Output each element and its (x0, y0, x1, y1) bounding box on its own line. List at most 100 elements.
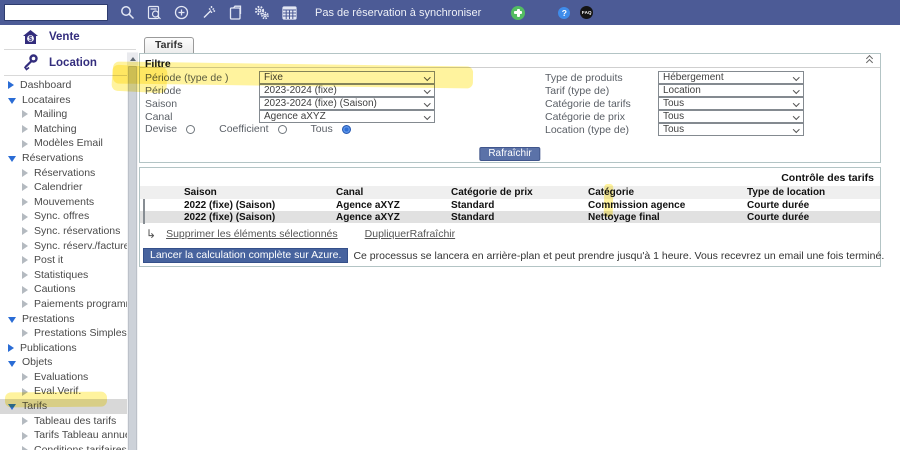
column-header[interactable]: Type de location (747, 187, 880, 198)
document-search-icon[interactable] (146, 5, 162, 21)
duplicate-link[interactable]: Dupliquer (365, 228, 410, 240)
sidebar-item[interactable]: Prestations (0, 312, 138, 327)
sidebar-item[interactable]: Tarifs (0, 399, 138, 414)
sidebar-item[interactable]: Mouvements (0, 195, 138, 210)
filter-select[interactable]: Tous (658, 123, 804, 136)
sidebar-item[interactable]: Cautions (0, 282, 138, 297)
sidebar-item[interactable]: Mailing (0, 107, 138, 122)
faq-icon[interactable]: FAQ (580, 6, 593, 19)
tab-tarifs[interactable]: Tarifs (144, 37, 194, 53)
sidebar-item[interactable]: Réservations (0, 151, 138, 166)
tree-arrow-icon[interactable] (8, 404, 16, 410)
tariff-control-link[interactable]: Contrôle des tarifs (140, 168, 880, 186)
sidebar-item[interactable]: Modèles Email (0, 136, 138, 151)
tree-arrow-icon[interactable] (22, 417, 28, 425)
azure-calculation-button[interactable]: Lancer la calculation complète sur Azure… (143, 248, 348, 263)
sidebar-item[interactable]: Post it (0, 253, 138, 268)
filter-select[interactable]: Tous (658, 110, 804, 123)
sidebar-scrollbar[interactable] (127, 52, 138, 450)
tree-arrow-icon[interactable] (8, 81, 14, 89)
radio-button[interactable] (278, 125, 287, 134)
chevron-down-icon[interactable] (793, 100, 799, 106)
radio-option[interactable]: Tous (311, 123, 351, 135)
chevron-down-icon[interactable] (793, 74, 799, 80)
tree-arrow-icon[interactable] (22, 242, 28, 250)
refresh-button[interactable]: Rafraîchir (479, 147, 540, 161)
column-header[interactable]: Saison (184, 187, 336, 198)
sidebar-item[interactable]: Sync. offres (0, 209, 138, 224)
delete-selected-link[interactable]: Supprimer les éléments sélectionnés (166, 228, 338, 240)
tree-arrow-icon[interactable] (22, 271, 28, 279)
column-header[interactable]: Canal (336, 187, 451, 198)
tree-arrow-icon[interactable] (8, 317, 16, 323)
magic-wand-icon[interactable] (200, 5, 216, 21)
tree-arrow-icon[interactable] (8, 156, 16, 162)
column-header[interactable]: Catégorie de prix (451, 187, 588, 198)
sidebar-section-vente[interactable]: $ Vente (0, 25, 138, 48)
tree-arrow-icon[interactable] (22, 446, 28, 450)
filter-select[interactable]: Tous (658, 97, 804, 110)
sidebar-item[interactable]: Calendrier (0, 180, 138, 195)
radio-option[interactable]: Devise (145, 123, 195, 135)
add-icon[interactable] (173, 5, 189, 21)
sidebar-item[interactable]: Sync. réservations (0, 224, 138, 239)
tree-arrow-icon[interactable] (8, 98, 16, 104)
search-input[interactable] (4, 4, 108, 21)
tree-arrow-icon[interactable] (22, 183, 28, 191)
tree-arrow-icon[interactable] (8, 361, 16, 367)
sidebar-item[interactable]: Conditions tarifaires (0, 443, 138, 450)
tree-arrow-icon[interactable] (22, 300, 28, 308)
scroll-up-icon[interactable] (127, 53, 138, 65)
tree-arrow-icon[interactable] (22, 110, 28, 118)
radio-option[interactable]: Coefficient (219, 123, 286, 135)
tree-arrow-icon[interactable] (22, 198, 28, 206)
tree-arrow-icon[interactable] (22, 388, 28, 396)
tree-arrow-icon[interactable] (22, 373, 28, 381)
tree-arrow-icon[interactable] (22, 432, 28, 440)
sidebar-item[interactable]: Tarifs Tableau annuel (0, 428, 138, 443)
chevron-down-icon[interactable] (793, 126, 799, 132)
tree-arrow-icon[interactable] (22, 227, 28, 235)
sidebar-item[interactable]: Publications (0, 341, 138, 356)
sidebar-item[interactable]: Tableau des tarifs (0, 414, 138, 429)
scrollbar-thumb[interactable] (128, 66, 137, 450)
tree-arrow-icon[interactable] (22, 329, 28, 337)
table-row[interactable]: 2022 (fixe) (Saison) Agence aXYZ Standar… (140, 211, 880, 223)
sidebar-item[interactable]: Dashboard (0, 78, 138, 93)
settings-gears-icon[interactable] (254, 5, 270, 21)
sidebar-item[interactable]: Prestations Simples (0, 326, 138, 341)
help-icon[interactable]: ? (558, 7, 570, 19)
chevron-down-icon[interactable] (793, 113, 799, 119)
calendar-icon[interactable] (281, 5, 297, 21)
search-icon[interactable] (119, 5, 135, 21)
filter-select[interactable]: Location (658, 84, 804, 97)
tree-arrow-icon[interactable] (22, 256, 28, 264)
sidebar-section-location[interactable]: Location (0, 51, 138, 74)
filter-select[interactable]: Hébergement (658, 71, 804, 84)
row-checkbox[interactable] (143, 211, 145, 224)
radio-button[interactable] (342, 125, 351, 134)
column-header[interactable]: Catégorie (588, 187, 747, 198)
row-checkbox[interactable] (143, 199, 145, 212)
sidebar-item[interactable]: Réservations (0, 166, 138, 181)
sidebar-item[interactable]: Matching (0, 122, 138, 137)
radio-button[interactable] (186, 125, 195, 134)
refresh-link[interactable]: Rafraîchir (410, 228, 456, 240)
tree-arrow-icon[interactable] (22, 169, 28, 177)
sidebar-item[interactable]: Locataires (0, 93, 138, 108)
table-row[interactable]: 2022 (fixe) (Saison) Agence aXYZ Standar… (140, 199, 880, 211)
tree-arrow-icon[interactable] (22, 286, 28, 294)
tree-arrow-icon[interactable] (22, 213, 28, 221)
sidebar-item[interactable]: Objets (0, 355, 138, 370)
tree-arrow-icon[interactable] (22, 125, 28, 133)
collapse-panel-icon[interactable] (865, 56, 875, 66)
chevron-down-icon[interactable] (793, 87, 799, 93)
sidebar-item[interactable]: Sync. réserv./factures (0, 239, 138, 254)
clipboard-icon[interactable] (227, 5, 243, 21)
sync-status-icon[interactable] (511, 6, 525, 20)
sidebar-item[interactable]: Evaluations (0, 370, 138, 385)
tree-arrow-icon[interactable] (8, 344, 14, 352)
sidebar-item[interactable]: Paiements programmés (0, 297, 138, 312)
sidebar-item[interactable]: Eval.Verif. (0, 384, 138, 399)
tree-arrow-icon[interactable] (22, 140, 28, 148)
